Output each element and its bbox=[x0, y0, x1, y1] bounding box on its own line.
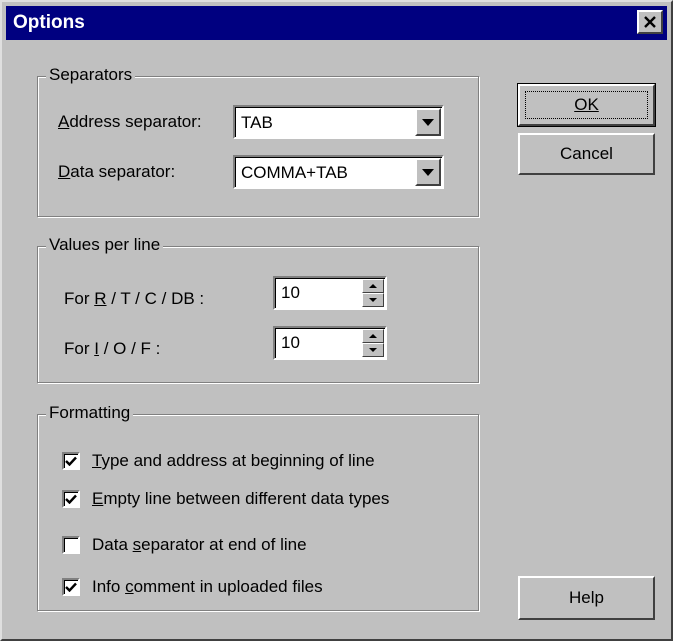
cancel-button-label: Cancel bbox=[560, 144, 613, 163]
dialog-title: Options bbox=[13, 12, 85, 33]
ok-button[interactable]: OK bbox=[517, 83, 656, 127]
formatting-legend: Formatting bbox=[46, 403, 134, 423]
checkmark-icon bbox=[65, 456, 77, 466]
separators-legend: Separators bbox=[46, 65, 136, 85]
options-dialog: Options Separators Address separator: TA… bbox=[0, 0, 673, 641]
info-comment-label: Info comment in uploaded files bbox=[92, 577, 323, 596]
ok-button-label: OK bbox=[574, 95, 599, 114]
separators-group: Separators bbox=[37, 65, 479, 217]
data-separator-combo[interactable]: COMMA+TAB bbox=[233, 155, 444, 189]
rtcdb-spin-up-button[interactable] bbox=[362, 279, 384, 293]
data-separator-end-checkbox-row[interactable]: Data separator at end of line bbox=[62, 534, 307, 556]
info-comment-checkbox-row[interactable]: Info comment in uploaded files bbox=[62, 576, 323, 598]
chevron-down-icon bbox=[422, 168, 434, 176]
close-button[interactable] bbox=[637, 10, 663, 34]
type-address-label: Type and address at beginning of line bbox=[92, 451, 375, 470]
iof-spin-down-button[interactable] bbox=[362, 343, 384, 357]
address-separator-value: TAB bbox=[241, 113, 273, 132]
data-separator-label: Data separator: bbox=[58, 162, 176, 181]
iof-spinner[interactable]: 10 bbox=[273, 326, 387, 360]
iof-label: For I / O / F : bbox=[64, 339, 161, 358]
help-button[interactable]: Help bbox=[518, 576, 655, 620]
title-bar[interactable]: Options bbox=[6, 6, 667, 40]
data-separator-value: COMMA+TAB bbox=[241, 163, 348, 182]
type-address-checkbox[interactable] bbox=[62, 452, 80, 470]
address-separator-label: Address separator: bbox=[58, 112, 202, 131]
chevron-down-icon bbox=[422, 118, 434, 126]
spin-up-icon bbox=[369, 334, 377, 338]
values-per-line-legend: Values per line bbox=[46, 235, 164, 255]
spin-down-icon bbox=[369, 298, 377, 302]
values-per-line-group: Values per line bbox=[37, 235, 479, 383]
rtcdb-spin-down-button[interactable] bbox=[362, 293, 384, 307]
checkmark-icon bbox=[65, 582, 77, 592]
address-separator-combo[interactable]: TAB bbox=[233, 105, 444, 139]
help-button-label: Help bbox=[569, 588, 604, 607]
rtcdb-label: For R / T / C / DB : bbox=[64, 289, 205, 308]
data-separator-end-checkbox[interactable] bbox=[62, 536, 80, 554]
iof-spin-up-button[interactable] bbox=[362, 329, 384, 343]
empty-line-label: Empty line between different data types bbox=[92, 489, 390, 508]
spin-down-icon bbox=[369, 348, 377, 352]
checkmark-icon bbox=[65, 494, 77, 504]
rtcdb-value: 10 bbox=[281, 283, 300, 302]
iof-value: 10 bbox=[281, 333, 300, 352]
type-address-checkbox-row[interactable]: Type and address at beginning of line bbox=[62, 450, 375, 472]
empty-line-checkbox-row[interactable]: Empty line between different data types bbox=[62, 488, 389, 510]
empty-line-checkbox[interactable] bbox=[62, 490, 80, 508]
data-separator-dropdown-button[interactable] bbox=[415, 158, 441, 186]
address-separator-dropdown-button[interactable] bbox=[415, 108, 441, 136]
data-separator-end-label: Data separator at end of line bbox=[92, 535, 307, 554]
info-comment-checkbox[interactable] bbox=[62, 578, 80, 596]
spin-up-icon bbox=[369, 284, 377, 288]
close-icon bbox=[644, 16, 656, 28]
rtcdb-spinner[interactable]: 10 bbox=[273, 276, 387, 310]
cancel-button[interactable]: Cancel bbox=[518, 133, 655, 175]
